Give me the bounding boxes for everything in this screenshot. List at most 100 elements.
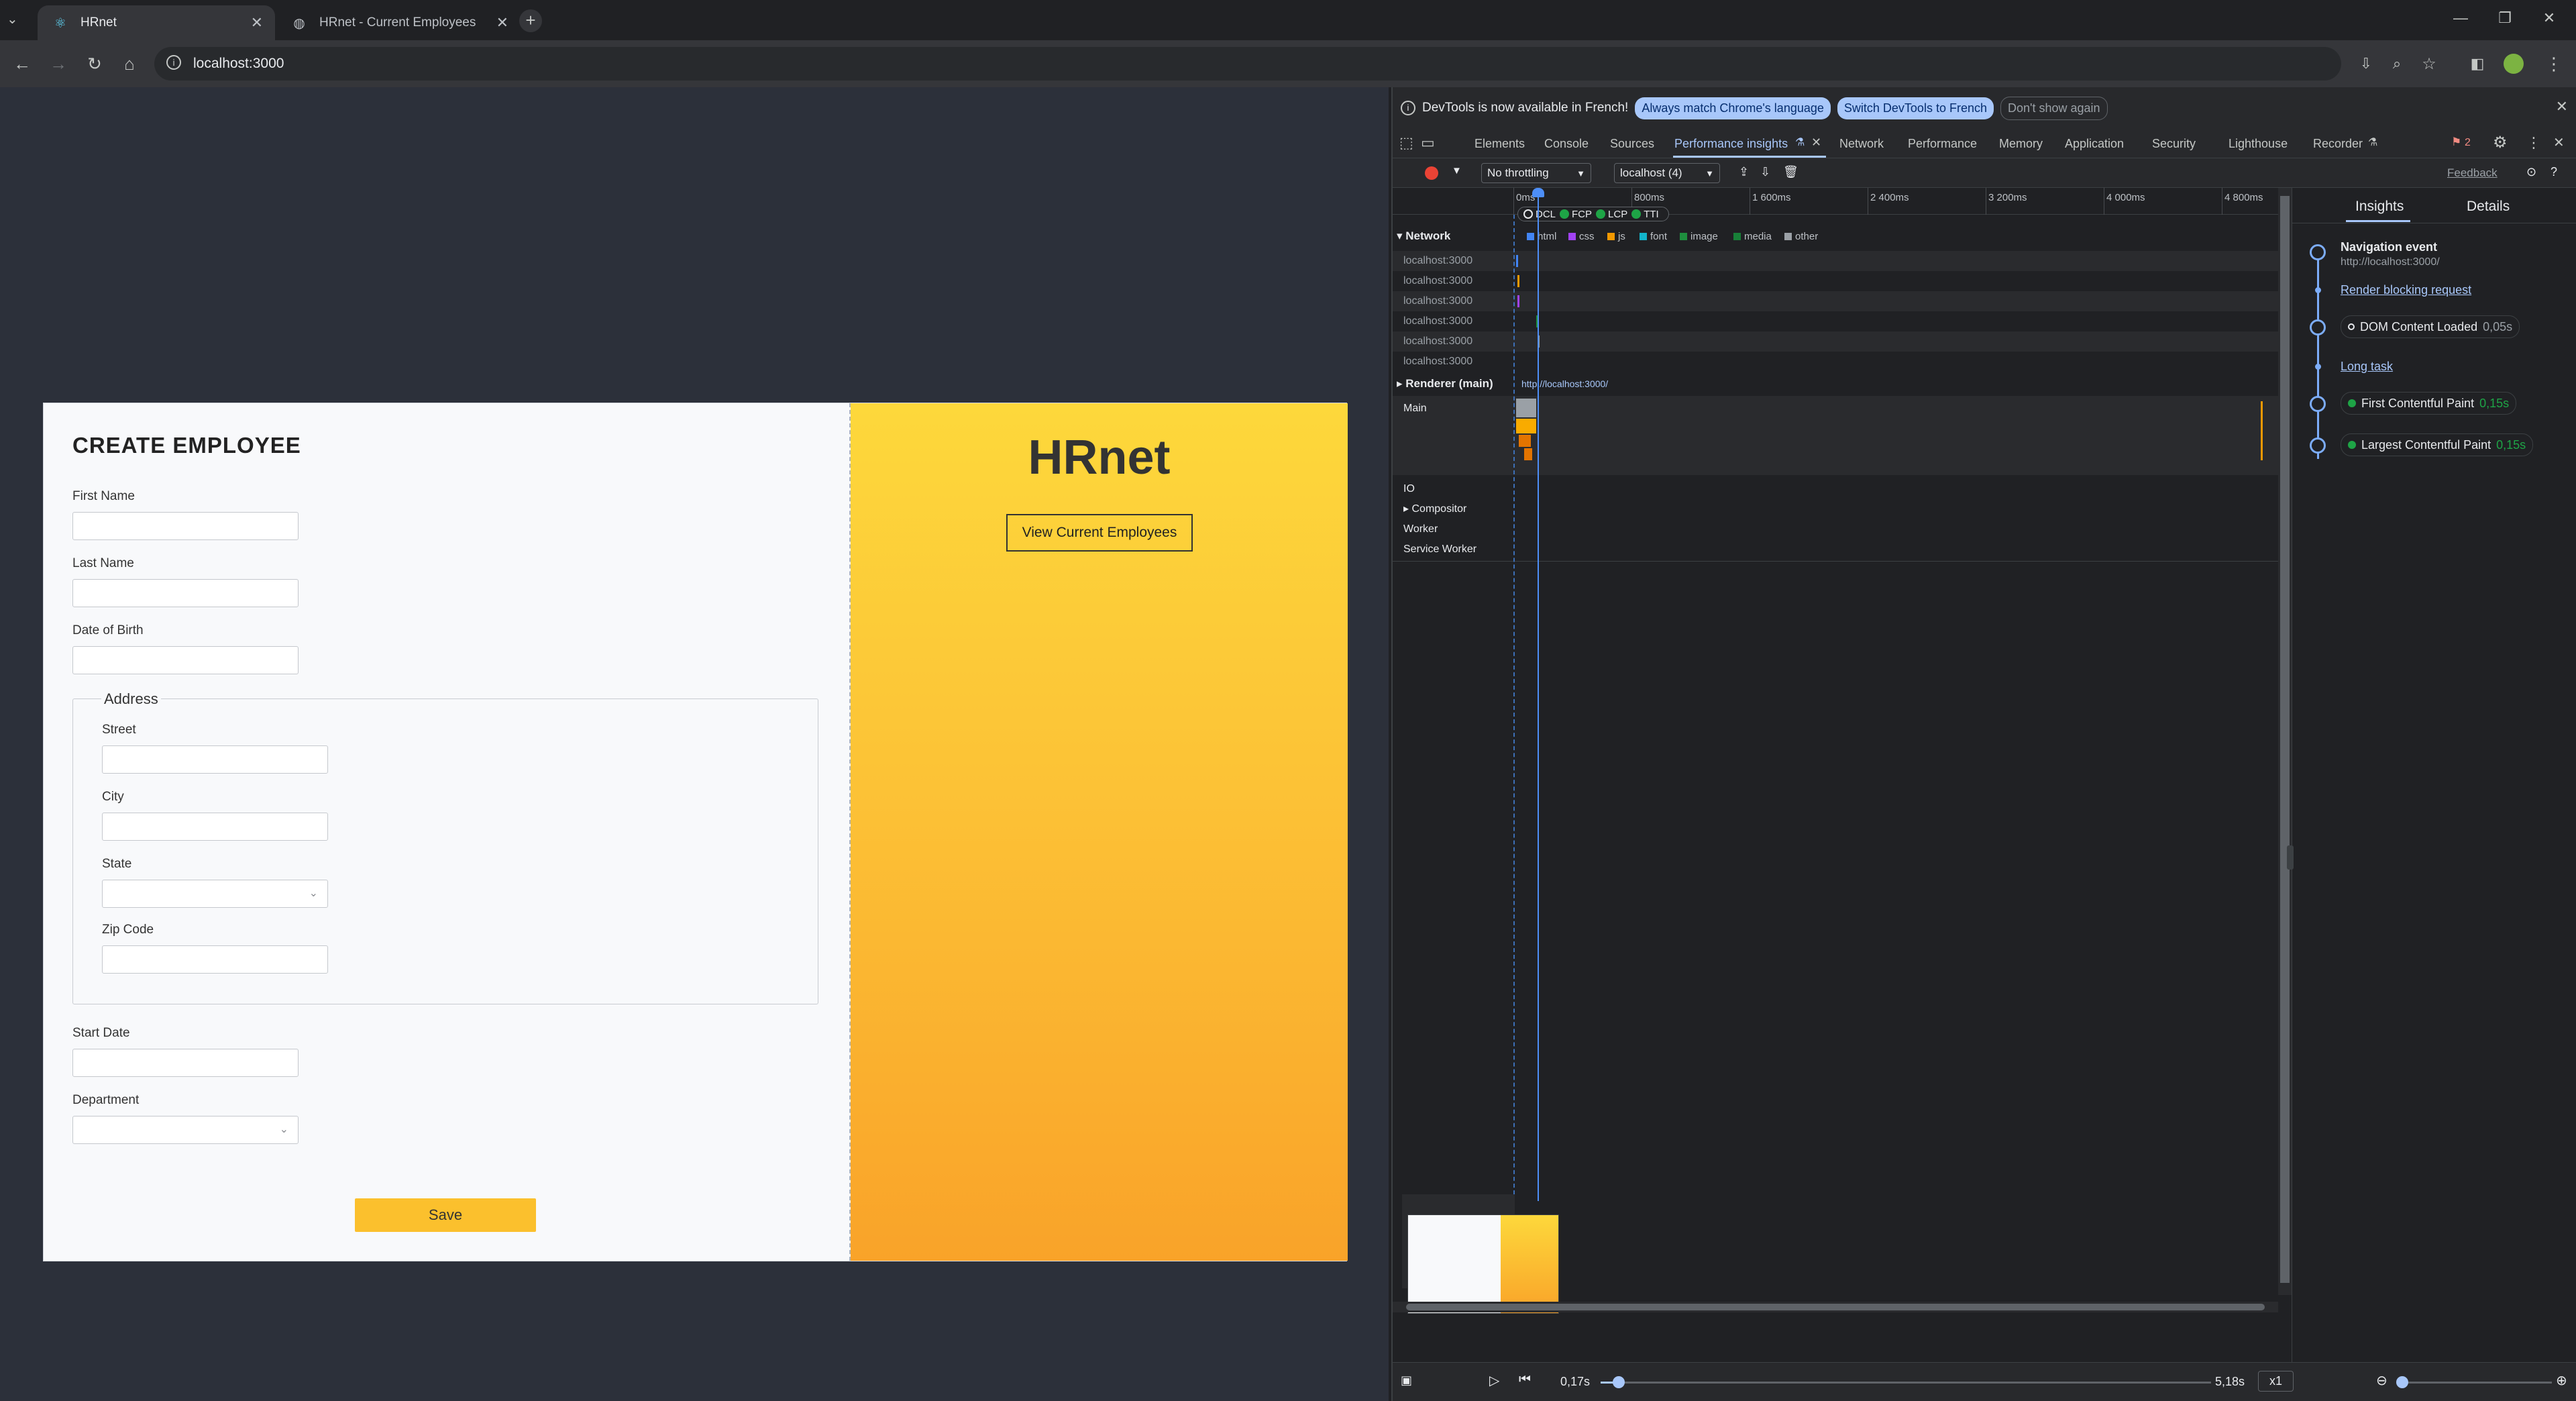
close-tab-icon[interactable]: ✕ bbox=[496, 14, 508, 32]
tab-application[interactable]: Application bbox=[2065, 137, 2124, 151]
restore-icon[interactable]: ❐ bbox=[2491, 9, 2518, 27]
track-compositor[interactable]: ▸ Compositor bbox=[1393, 499, 2278, 519]
scrollbar-thumb[interactable] bbox=[2280, 196, 2290, 1283]
save-button[interactable]: Save bbox=[355, 1198, 536, 1232]
city-input[interactable] bbox=[102, 813, 328, 841]
issues-count[interactable]: 2 bbox=[2465, 137, 2471, 149]
track-worker[interactable]: Worker bbox=[1393, 519, 2278, 539]
lcp-chip[interactable]: Largest Contentful Paint 0,15s bbox=[2341, 433, 2534, 456]
vertical-scrollbar[interactable] bbox=[2278, 188, 2292, 1295]
zoom-icon[interactable]: ⌕ bbox=[2385, 52, 2408, 75]
switch-french-button[interactable]: Switch DevTools to French bbox=[1837, 97, 1994, 119]
devtools-menu-icon[interactable]: ⋮ bbox=[2526, 134, 2541, 152]
main-task-block[interactable] bbox=[1524, 448, 1532, 460]
first-name-input[interactable] bbox=[72, 512, 299, 540]
window-close-icon[interactable]: ✕ bbox=[2536, 9, 2563, 27]
back-icon[interactable]: ← bbox=[11, 52, 34, 75]
tab-memory[interactable]: Memory bbox=[1999, 137, 2043, 151]
help-icon[interactable]: ? bbox=[2551, 165, 2557, 179]
new-tab-button[interactable]: + bbox=[519, 9, 542, 32]
site-info-icon[interactable]: i bbox=[166, 55, 181, 70]
network-row[interactable]: localhost:3000 bbox=[1393, 331, 2278, 352]
tab-recorder[interactable]: Recorder bbox=[2313, 137, 2363, 151]
network-row[interactable]: localhost:3000 bbox=[1393, 291, 2278, 311]
reload-icon[interactable]: ↻ bbox=[83, 52, 106, 75]
install-app-icon[interactable]: ⇩ bbox=[2355, 52, 2377, 75]
browser-menu-icon[interactable]: ⋮ bbox=[2542, 52, 2565, 75]
marker-fcp[interactable]: FCP bbox=[1560, 209, 1592, 220]
tab-performance[interactable]: Performance bbox=[1908, 137, 1977, 151]
fcp-chip[interactable]: First Contentful Paint 0,15s bbox=[2341, 392, 2517, 415]
view-employees-button[interactable]: View Current Employees bbox=[1006, 514, 1193, 552]
forward-icon[interactable]: → bbox=[47, 52, 70, 75]
zoom-slider-thumb[interactable] bbox=[2396, 1376, 2408, 1388]
close-panel-icon[interactable]: ✕ bbox=[1811, 136, 1821, 150]
marker-lcp[interactable]: LCP bbox=[1596, 209, 1627, 220]
download-icon[interactable]: ⇩ bbox=[1760, 165, 1770, 179]
network-row[interactable]: localhost:3000 bbox=[1393, 251, 2278, 271]
long-task-link[interactable]: Long task bbox=[2341, 360, 2393, 374]
inspect-element-icon[interactable]: ⬚ bbox=[1399, 134, 1413, 152]
profile-avatar[interactable] bbox=[2504, 54, 2524, 74]
marker-dcl[interactable]: DCL bbox=[1523, 209, 1556, 220]
department-select[interactable]: ⌄ bbox=[72, 1116, 299, 1144]
play-icon[interactable]: ▷ bbox=[1489, 1372, 1499, 1389]
zoom-in-icon[interactable]: ⊕ bbox=[2556, 1372, 2567, 1389]
render-blocking-link[interactable]: Render blocking request bbox=[2341, 283, 2471, 297]
address-bar[interactable]: i localhost:3000 bbox=[154, 47, 2341, 81]
screenshots-toggle-icon[interactable]: ▣ bbox=[1401, 1373, 1412, 1388]
track-service-worker[interactable]: Service Worker bbox=[1393, 539, 2278, 560]
delete-icon[interactable]: 🗑 bbox=[1783, 165, 1799, 179]
street-input[interactable] bbox=[102, 745, 328, 774]
marker-tti[interactable]: TTI bbox=[1631, 209, 1659, 220]
track-io[interactable]: IO bbox=[1393, 479, 2278, 499]
settings-gear-icon[interactable]: ⚙ bbox=[2493, 133, 2508, 152]
tab-performance-insights[interactable]: Performance insights bbox=[1674, 137, 1788, 151]
tab-hrnet[interactable]: ⚛ HRnet ✕ bbox=[38, 5, 275, 40]
zoom-out-icon[interactable]: ⊖ bbox=[2376, 1372, 2387, 1389]
state-select[interactable]: ⌄ bbox=[102, 880, 328, 908]
network-row[interactable]: localhost:3000 bbox=[1393, 311, 2278, 331]
close-infobar-icon[interactable]: ✕ bbox=[2556, 98, 2568, 115]
tab-insights[interactable]: Insights bbox=[2355, 199, 2404, 215]
close-tab-icon[interactable]: ✕ bbox=[251, 14, 263, 32]
tab-network[interactable]: Network bbox=[1839, 137, 1884, 151]
tab-current-employees[interactable]: ◍ HRnet - Current Employees ✕ bbox=[276, 5, 521, 40]
sidebar-resize-handle[interactable] bbox=[2287, 845, 2294, 870]
dob-input[interactable] bbox=[72, 646, 299, 674]
zip-input[interactable] bbox=[102, 945, 328, 974]
horizontal-scrollbar[interactable] bbox=[1393, 1302, 2278, 1312]
upload-icon[interactable]: ⇪ bbox=[1739, 165, 1749, 179]
throttling-select[interactable]: No throttling ▼ bbox=[1481, 163, 1591, 183]
main-task-block[interactable] bbox=[1519, 435, 1531, 447]
scrollbar-thumb[interactable] bbox=[1406, 1304, 2265, 1310]
device-toolbar-icon[interactable]: ▭ bbox=[1421, 134, 1435, 152]
zoom-slider[interactable] bbox=[2399, 1382, 2552, 1384]
target-select[interactable]: localhost (4) ▼ bbox=[1614, 163, 1720, 183]
record-icon[interactable] bbox=[1425, 166, 1438, 180]
tab-lighthouse[interactable]: Lighthouse bbox=[2229, 137, 2288, 151]
speed-select[interactable]: x1 bbox=[2258, 1371, 2294, 1392]
record-menu-chevron-icon[interactable]: ▼ bbox=[1452, 165, 1462, 176]
last-name-input[interactable] bbox=[72, 579, 299, 607]
dcl-chip[interactable]: DOM Content Loaded 0,05s bbox=[2341, 315, 2520, 338]
minimize-icon[interactable]: — bbox=[2447, 9, 2474, 27]
issues-icon[interactable]: ⚑ bbox=[2451, 136, 2461, 149]
start-date-input[interactable] bbox=[72, 1049, 299, 1077]
network-section-label[interactable]: ▾ Network bbox=[1397, 229, 1450, 243]
playback-slider-thumb[interactable] bbox=[1613, 1376, 1625, 1388]
dont-show-again-button[interactable]: Don't show again bbox=[2000, 96, 2108, 120]
tab-sources[interactable]: Sources bbox=[1610, 137, 1654, 151]
side-panel-icon[interactable]: ◧ bbox=[2466, 52, 2489, 75]
network-row[interactable]: localhost:3000 bbox=[1393, 352, 2278, 372]
bookmark-star-icon[interactable]: ☆ bbox=[2418, 52, 2440, 75]
tab-console[interactable]: Console bbox=[1544, 137, 1589, 151]
tab-elements[interactable]: Elements bbox=[1474, 137, 1525, 151]
home-icon[interactable]: ⌂ bbox=[118, 52, 141, 75]
shortcuts-icon[interactable]: ⊙ bbox=[2526, 165, 2536, 179]
renderer-section-label[interactable]: ▸ Renderer (main) bbox=[1397, 377, 1493, 391]
tab-security[interactable]: Security bbox=[2152, 137, 2196, 151]
skip-to-start-icon[interactable]: ⏮ bbox=[1519, 1372, 1531, 1388]
playback-slider[interactable] bbox=[1601, 1382, 2211, 1384]
close-devtools-icon[interactable]: ✕ bbox=[2553, 134, 2565, 151]
